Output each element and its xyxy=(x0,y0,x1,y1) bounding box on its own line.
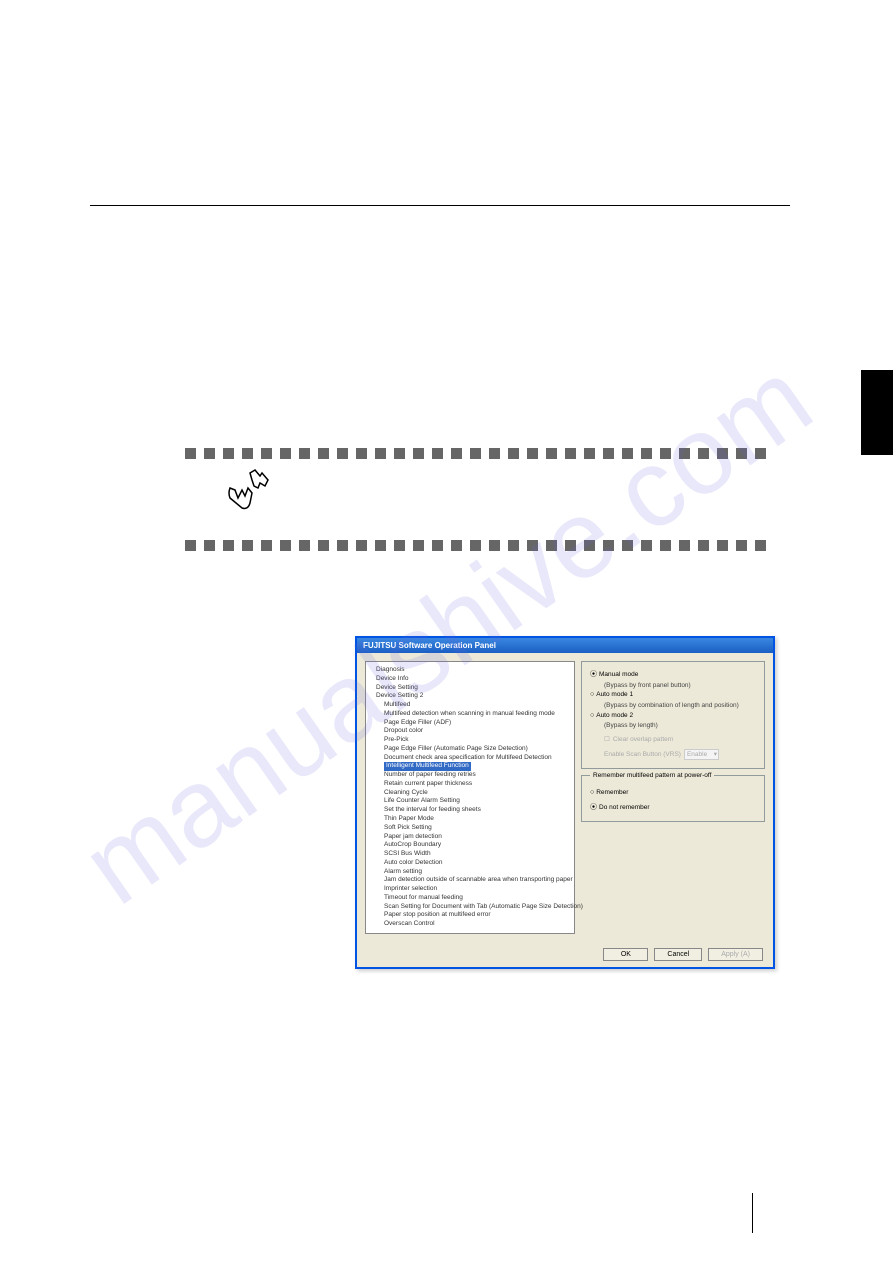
attention-hand-icon xyxy=(220,468,275,523)
header-divider xyxy=(90,205,790,206)
tree-item[interactable]: Diagnosis xyxy=(368,666,572,675)
cancel-button[interactable]: Cancel xyxy=(654,948,702,961)
tree-item[interactable]: Paper jam detection xyxy=(368,833,572,842)
tree-item-selected[interactable]: Intelligent Multifeed Function xyxy=(384,762,471,771)
tree-item[interactable]: Cleaning Cycle xyxy=(368,789,572,798)
radio-do-not-remember[interactable]: Do not remember xyxy=(590,803,756,814)
tree-item[interactable]: Scan Setting for Document with Tab (Auto… xyxy=(368,903,572,912)
tree-item[interactable]: Soft Pick Setting xyxy=(368,824,572,833)
dialog-body: Diagnosis Device Info Device Setting Dev… xyxy=(357,653,773,942)
tree-item[interactable]: Device Setting xyxy=(368,684,572,693)
radio-manual-sub: (Bypass by front panel button) xyxy=(604,681,756,691)
tree-item[interactable]: Pre-Pick xyxy=(368,736,572,745)
tree-item[interactable]: Page Edge Filler (Automatic Page Size De… xyxy=(368,745,572,754)
dialog-button-row: OK Cancel Apply (A) xyxy=(357,942,773,967)
tree-item[interactable]: Multifeed xyxy=(368,701,572,710)
tree-item[interactable]: Retain current paper thickness xyxy=(368,780,572,789)
tree-item[interactable]: Document check area specification for Mu… xyxy=(368,754,572,763)
tree-item[interactable]: Timeout for manual feeding xyxy=(368,894,572,903)
software-operation-panel-dialog: FUJITSU Software Operation Panel Diagnos… xyxy=(355,636,775,969)
tree-item[interactable]: Overscan Control xyxy=(368,920,572,929)
radio-remember[interactable]: Remember xyxy=(590,788,756,799)
tree-item[interactable]: Jam detection outside of scannable area … xyxy=(368,876,572,885)
tree-item[interactable]: Dropout color xyxy=(368,727,572,736)
tree-item[interactable]: Page Edge Filler (ADF) xyxy=(368,719,572,728)
remember-legend: Remember multifeed pattern at power-off xyxy=(590,771,714,781)
radio-auto-mode-2[interactable]: Auto mode 2 xyxy=(590,711,756,722)
tree-item[interactable]: Paper stop position at multifeed error xyxy=(368,911,572,920)
tree-item[interactable]: Thin Paper Mode xyxy=(368,815,572,824)
tree-item[interactable]: Life Counter Alarm Setting xyxy=(368,797,572,806)
tree-item[interactable]: Multifeed detection when scanning in man… xyxy=(368,710,572,719)
tree-item[interactable]: SCSI Bus Width xyxy=(368,850,572,859)
mode-group: Manual mode (Bypass by front panel butto… xyxy=(581,661,765,769)
tree-item[interactable]: Set the interval for feeding sheets xyxy=(368,806,572,815)
tree-item[interactable]: Number of paper feeding retries xyxy=(368,771,572,780)
radio-auto1-sub: (Bypass by combination of length and pos… xyxy=(604,701,756,711)
settings-content: Manual mode (Bypass by front panel butto… xyxy=(581,661,765,934)
apply-button: Apply (A) xyxy=(708,948,763,961)
remember-group: Remember multifeed pattern at power-off … xyxy=(581,775,765,822)
note-border-top xyxy=(185,448,766,459)
tree-item[interactable]: Alarm setting xyxy=(368,868,572,877)
radio-auto-mode-1[interactable]: Auto mode 1 xyxy=(590,690,756,701)
page-number-divider xyxy=(752,1193,753,1233)
dialog-titlebar: FUJITSU Software Operation Panel xyxy=(357,638,773,653)
tree-item-expanded[interactable]: Device Setting 2 xyxy=(368,692,572,701)
dialog-title: FUJITSU Software Operation Panel xyxy=(363,641,496,650)
ok-button[interactable]: OK xyxy=(603,948,648,961)
enable-scan-label: Enable Scan Button (VRS) xyxy=(604,750,681,760)
side-tab xyxy=(861,370,893,455)
checkbox-clear-pattern: ☐Clear overlap pattern xyxy=(604,735,756,745)
tree-item[interactable]: Device Info xyxy=(368,675,572,684)
settings-tree[interactable]: Diagnosis Device Info Device Setting Dev… xyxy=(365,661,575,934)
tree-item[interactable]: AutoCrop Boundary xyxy=(368,841,572,850)
radio-manual-mode[interactable]: Manual mode xyxy=(590,670,756,681)
tree-item[interactable]: Imprinter selection xyxy=(368,885,572,894)
enable-scan-combo: Enable xyxy=(684,749,719,761)
note-border-bottom xyxy=(185,540,766,551)
enable-scan-row: Enable Scan Button (VRS) Enable xyxy=(604,749,756,761)
radio-auto2-sub: (Bypass by length) xyxy=(604,721,756,731)
tree-item[interactable]: Auto color Detection xyxy=(368,859,572,868)
